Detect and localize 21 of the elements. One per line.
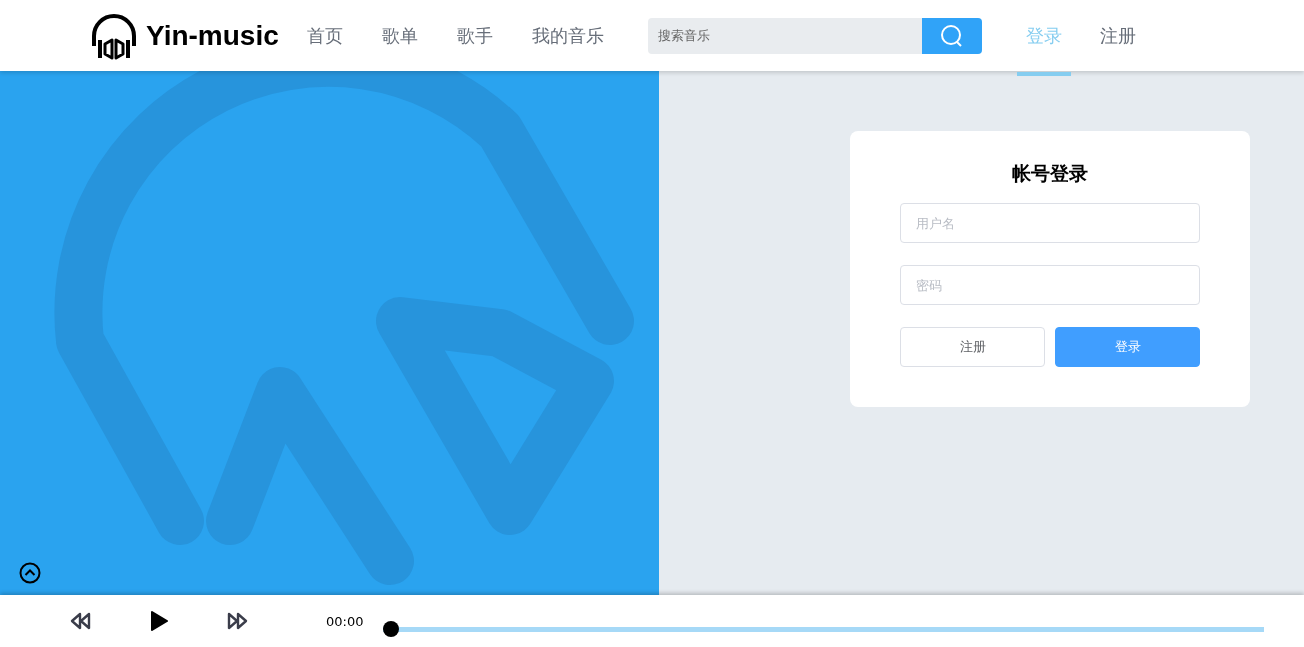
search-icon [939,23,964,48]
play-icon[interactable] [150,611,168,631]
logo-text[interactable]: Yin-music [146,19,279,52]
fast-forward-icon[interactable] [226,612,248,630]
progress-thumb[interactable] [383,621,400,637]
password-field[interactable]: 密码 [900,265,1200,305]
login-title: 帐号登录 [1011,161,1089,186]
username-field[interactable]: 用户名 [900,203,1200,243]
current-time: 00:00 [326,613,364,629]
search-field[interactable]: 搜索音乐 [647,17,922,54]
headphones-icon [90,11,138,60]
nav-link[interactable]: 我的音乐 [531,23,604,48]
register-button[interactable]: 注册 [900,327,1045,367]
rewind-icon[interactable] [70,612,92,630]
nav-link[interactable]: 首页 [306,23,343,48]
login-button[interactable]: 登录 [1055,327,1200,367]
nav-link[interactable]: 歌单 [381,23,418,48]
nav-link[interactable]: 歌手 [456,23,493,48]
search-button[interactable] [921,17,982,54]
account-link[interactable]: 注册 [1099,23,1136,48]
scroll-up-icon[interactable] [19,562,41,584]
